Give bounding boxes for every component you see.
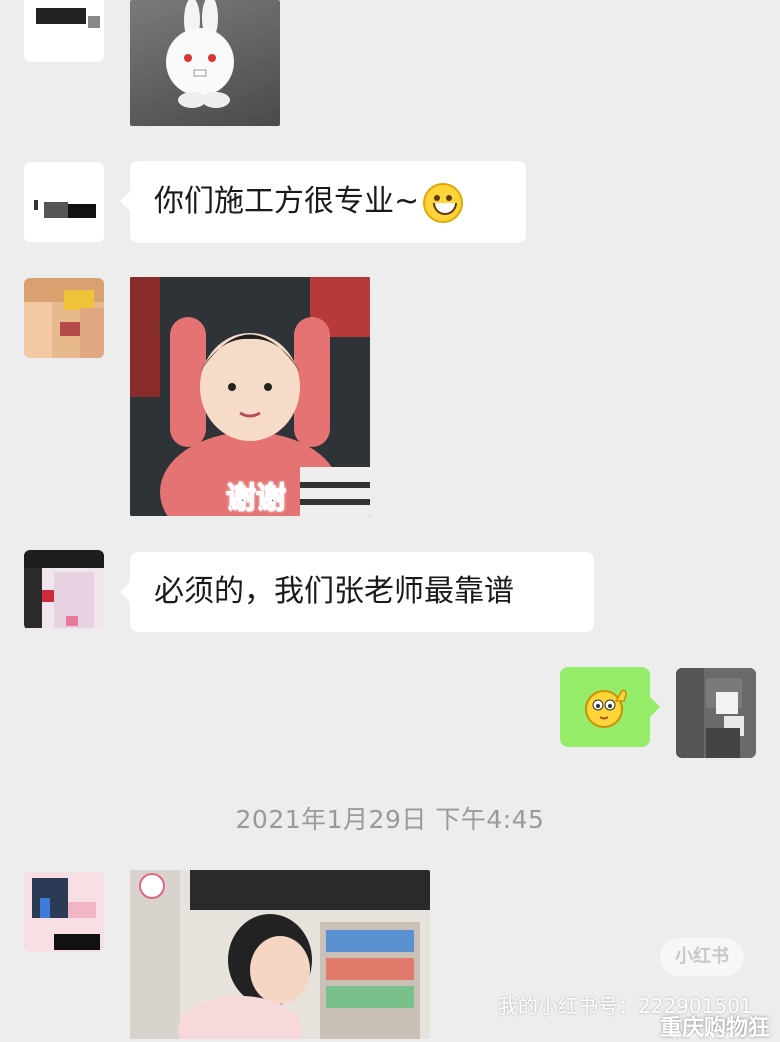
self-avatar[interactable] <box>676 668 756 758</box>
contact-avatar[interactable] <box>24 872 104 952</box>
message-text: 你们施工方很专业~ <box>154 184 420 219</box>
avatar-pixel-block <box>68 204 96 218</box>
xiaohongshu-logo: 小红书 <box>660 938 744 976</box>
avatar-pixel-block <box>24 302 52 358</box>
grinning-face-icon <box>423 182 464 223</box>
message-bubble[interactable]: 必须的，我们张老师最靠谱 <box>120 552 594 632</box>
child-video-illustration <box>130 870 430 1039</box>
message-text: 必须的，我们张老师最靠谱 <box>154 574 514 609</box>
avatar-pixel-block <box>24 550 104 568</box>
avatar-pixel-block <box>716 692 738 714</box>
rabbit-icon <box>166 0 234 108</box>
contact-avatar[interactable] <box>24 278 104 358</box>
contact-avatar[interactable] <box>24 550 104 630</box>
avatar-pixel-block <box>34 200 38 210</box>
avatar-pixel-block <box>44 202 68 218</box>
avatar-pixel-block <box>80 308 104 358</box>
sent-sticker-bubble[interactable] <box>560 667 660 747</box>
chat-timestamp: 2021年1月29日 下午4:45 <box>235 805 545 834</box>
avatar-pixel-block <box>60 322 80 336</box>
avatar-pixel-block <box>36 8 86 24</box>
watermark-url: go.cqmmgo.com <box>672 1030 739 1039</box>
avatar-pixel-block <box>66 616 78 626</box>
avatar-pixel-block <box>32 878 68 918</box>
avatar-pixel-block <box>88 16 100 28</box>
avatar-pixel-block <box>706 728 740 758</box>
girl-thanks-sticker-image[interactable]: 谢谢 <box>130 277 370 516</box>
thumbs-up-face-icon <box>585 689 627 728</box>
avatar-pixel-block <box>40 898 50 918</box>
avatar-pixel-block <box>54 934 100 950</box>
video-thumbnail-image[interactable] <box>130 870 430 1039</box>
avatar-pixel-block <box>24 568 42 628</box>
avatar-pixel-block <box>64 290 94 310</box>
contact-avatar[interactable] <box>24 0 104 62</box>
avatar-pixel-block <box>42 590 54 602</box>
contact-avatar[interactable] <box>24 162 104 242</box>
rabbit-sticker-image[interactable] <box>130 0 280 126</box>
sticker-caption: 谢谢 <box>226 481 287 517</box>
avatar-pixel-block <box>68 902 96 918</box>
message-bubble[interactable]: 你们施工方很专业~ <box>120 161 526 243</box>
avatar-pixel-block <box>676 668 704 758</box>
